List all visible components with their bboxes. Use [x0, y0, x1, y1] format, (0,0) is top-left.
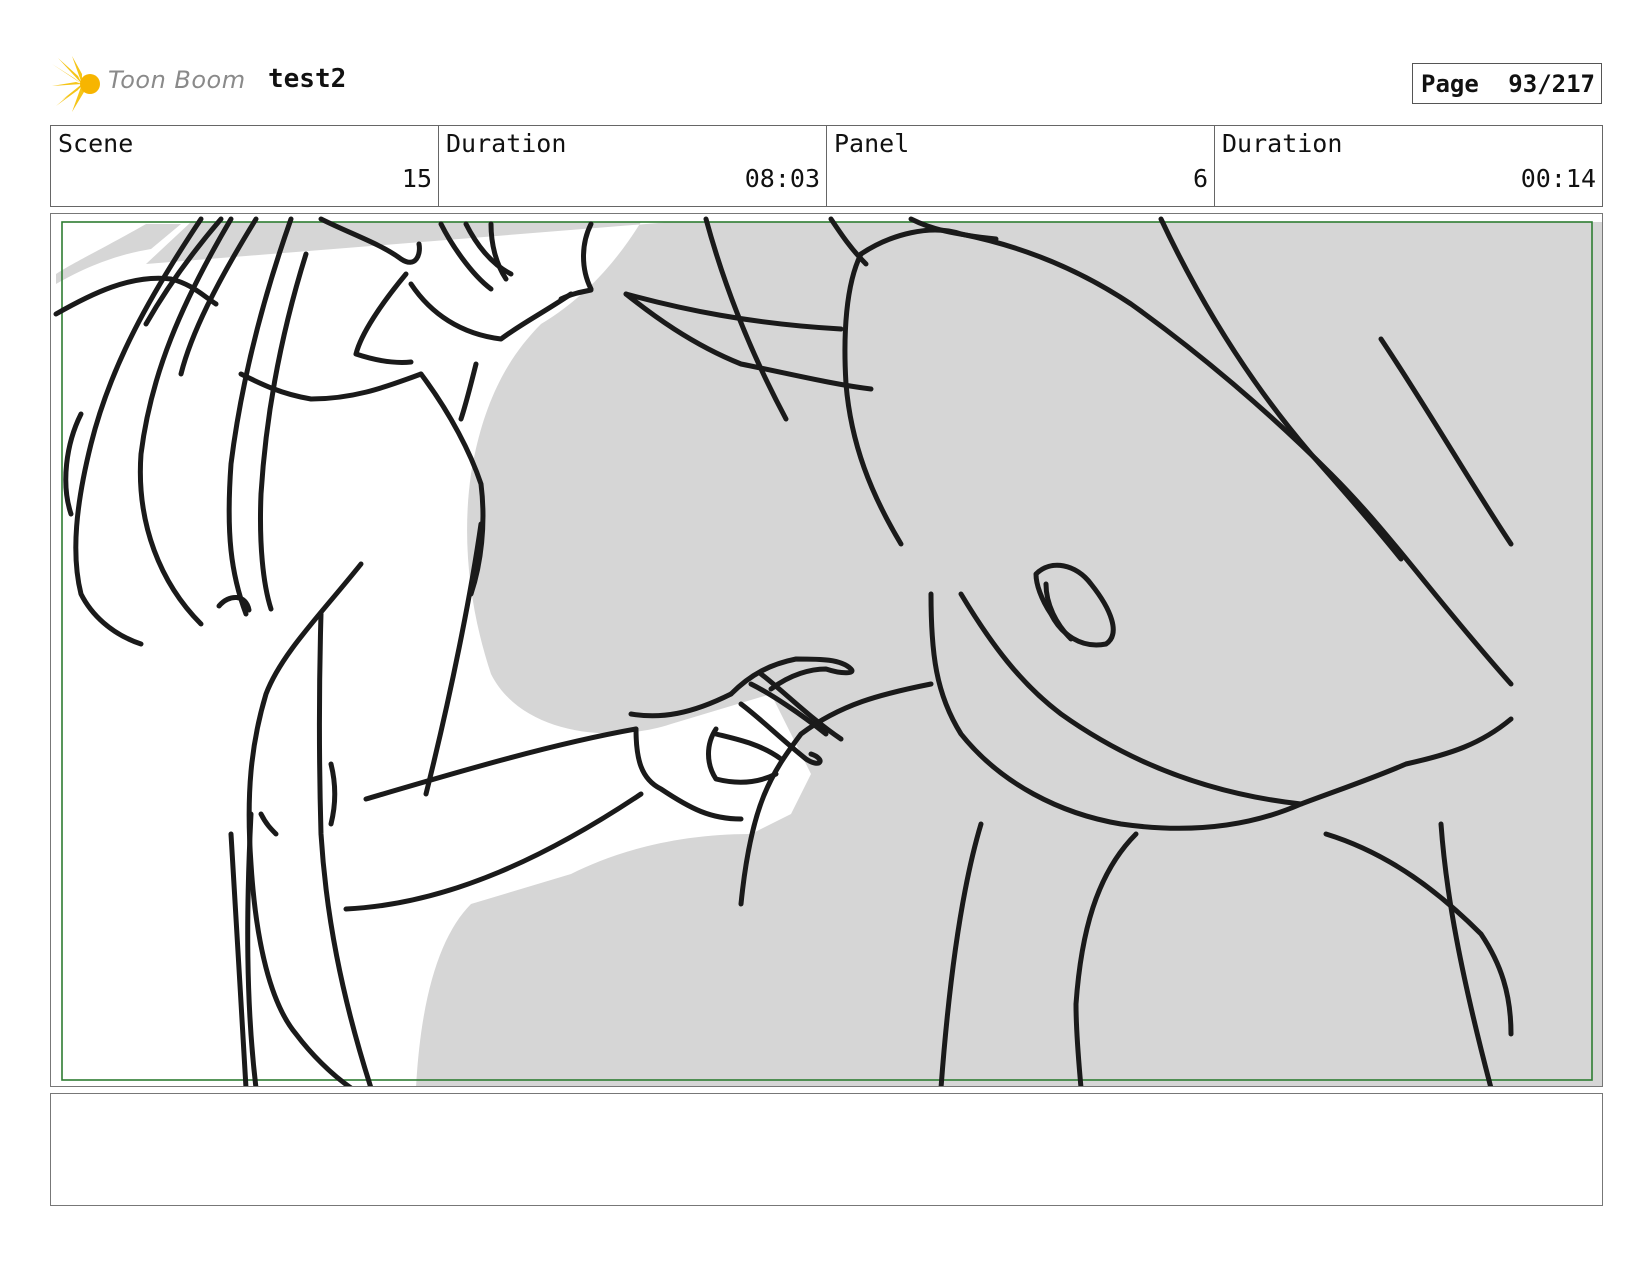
finger [713, 731, 784, 762]
scene-duration-value: 08:03 [744, 164, 820, 193]
arm-upper [363, 726, 639, 802]
hand-outline [633, 726, 744, 822]
storyboard-info-table: Scene 15 Duration 08:03 Panel 6 Duration… [50, 125, 1603, 207]
body-line [258, 811, 279, 837]
body-line [228, 831, 249, 1086]
shoulder-line [238, 371, 424, 402]
logo-text: Toon Boom [108, 66, 246, 94]
storyboard-panel [50, 213, 1603, 1087]
scene-cell: Scene 15 [51, 126, 439, 206]
neck-line [458, 361, 479, 422]
body-line [317, 611, 373, 1086]
panel-cell: Panel 6 [827, 126, 1215, 206]
panel-duration-cell: Duration 00:14 [1215, 126, 1602, 206]
panel-duration-label: Duration [1222, 129, 1343, 158]
project-title: test2 [268, 64, 347, 94]
page-label: Page [1421, 69, 1479, 98]
scene-value: 15 [401, 164, 432, 193]
hair-strand [257, 251, 309, 612]
body-line [423, 521, 484, 797]
panel-label: Panel [834, 129, 910, 158]
body-line [328, 761, 338, 827]
page-number: 93/217 [1508, 69, 1595, 98]
hair-strand [581, 221, 594, 292]
scene-duration-cell: Duration 08:03 [439, 126, 827, 206]
scene-label: Scene [58, 129, 134, 158]
panel-value: 6 [1192, 164, 1208, 193]
background-fill [146, 222, 1602, 1086]
panel-sketch [53, 216, 1602, 1086]
scene-duration-label: Duration [446, 129, 567, 158]
panel-duration-value: 00:14 [1520, 164, 1596, 193]
page-indicator: Page 93/217 [1412, 63, 1602, 104]
panel-notes-box [50, 1093, 1603, 1206]
face-outline [353, 271, 414, 365]
